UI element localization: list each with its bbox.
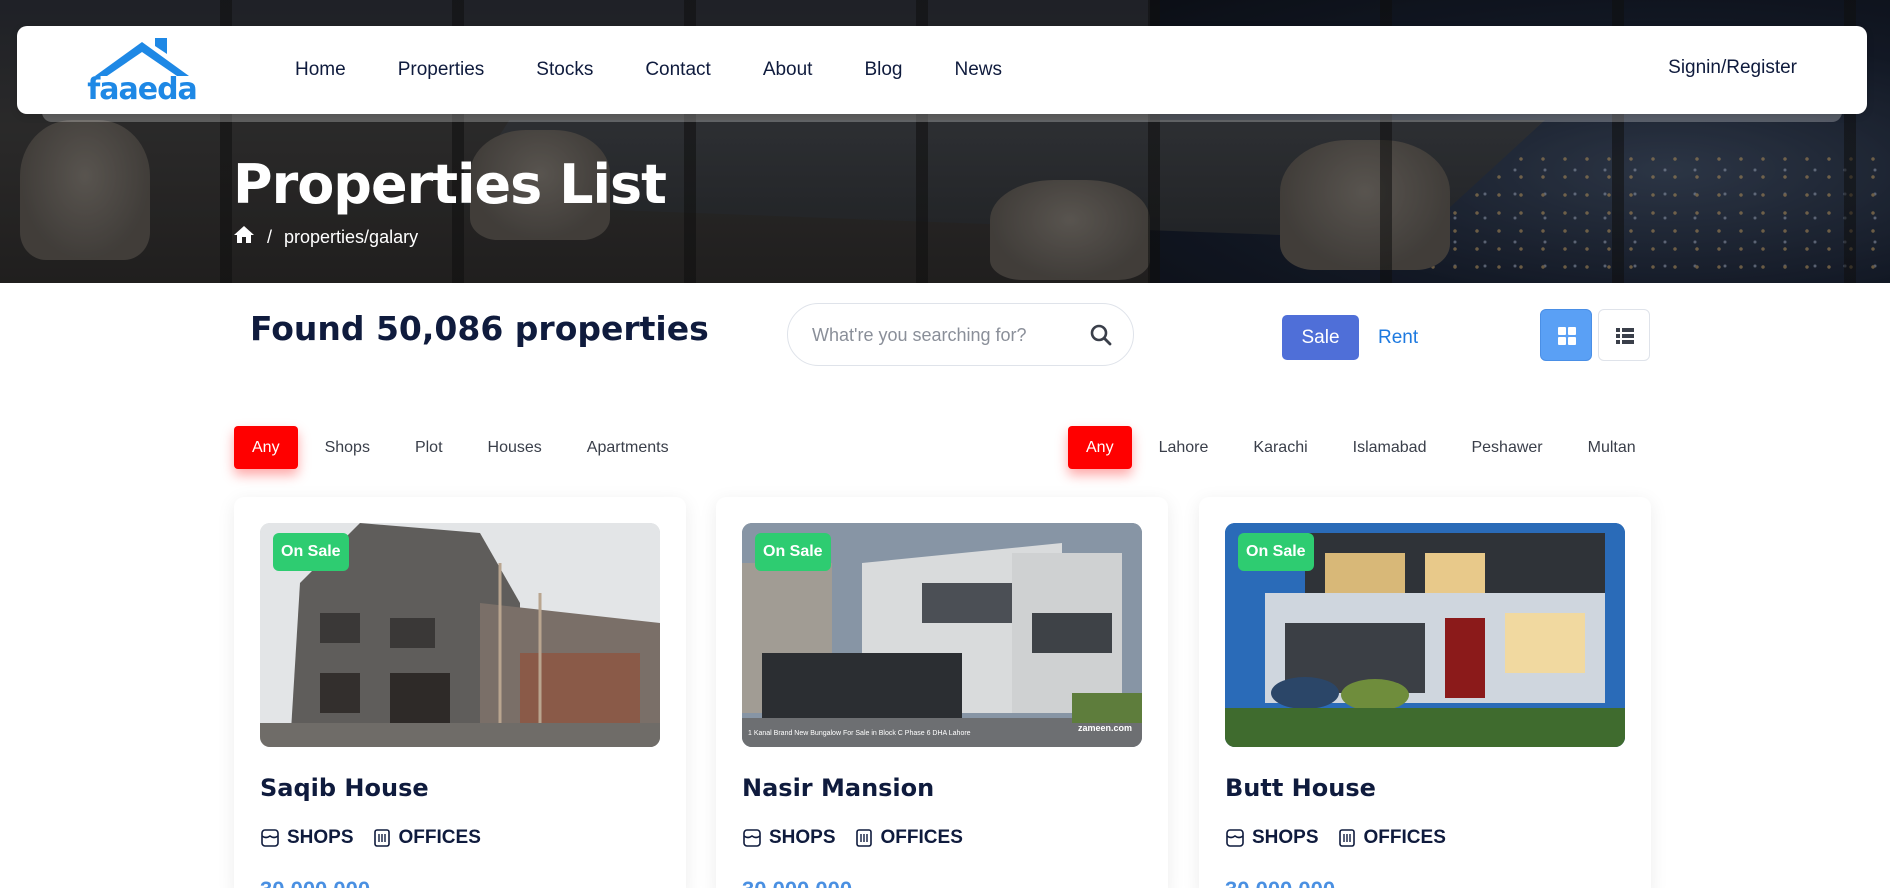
tag-shops: SHOPS bbox=[742, 827, 836, 849]
nav-home[interactable]: Home bbox=[295, 59, 346, 81]
city-filters: Any Lahore Karachi Islamabad Peshawer Mu… bbox=[1068, 426, 1681, 469]
filter-city-islamabad[interactable]: Islamabad bbox=[1353, 426, 1427, 469]
property-card[interactable]: 1 Kanal Brand New Bungalow For Sale in B… bbox=[716, 497, 1168, 888]
grid-view-button[interactable] bbox=[1540, 309, 1592, 361]
status-badge: On Sale bbox=[273, 533, 349, 571]
breadcrumb-path[interactable]: properties/galary bbox=[284, 227, 418, 248]
nav-about[interactable]: About bbox=[763, 59, 813, 81]
tag-label: SHOPS bbox=[1252, 827, 1319, 848]
search-box bbox=[787, 303, 1134, 366]
list-view-button[interactable] bbox=[1598, 309, 1650, 361]
filter-type-houses[interactable]: Houses bbox=[488, 426, 542, 469]
office-building-icon bbox=[373, 829, 390, 847]
filter-city-lahore[interactable]: Lahore bbox=[1159, 426, 1209, 469]
top-navbar: faaeda Home Properties Stocks Contact Ab… bbox=[17, 26, 1867, 114]
filter-type-shops[interactable]: Shops bbox=[325, 426, 370, 469]
tag-offices: OFFICES bbox=[1337, 827, 1446, 849]
sale-button[interactable]: Sale bbox=[1282, 315, 1359, 360]
filter-type-plot[interactable]: Plot bbox=[415, 426, 443, 469]
filter-type-any[interactable]: Any bbox=[234, 426, 298, 469]
nav-contact[interactable]: Contact bbox=[645, 59, 710, 81]
shop-icon bbox=[261, 829, 279, 847]
breadcrumb: / properties/galary bbox=[233, 225, 418, 249]
results-count: Found 50,086 properties bbox=[250, 309, 709, 348]
filter-city-karachi[interactable]: Karachi bbox=[1253, 426, 1307, 469]
signin-register-link[interactable]: Signin/Register bbox=[1668, 57, 1797, 79]
property-tags: SHOPS OFFICES bbox=[260, 827, 499, 849]
property-tags: SHOPS OFFICES bbox=[742, 827, 981, 849]
grid-icon bbox=[1558, 327, 1576, 345]
tag-offices: OFFICES bbox=[854, 827, 963, 849]
brand-logo[interactable]: faaeda bbox=[87, 36, 198, 107]
nav-properties[interactable]: Properties bbox=[398, 59, 485, 81]
tag-shops: SHOPS bbox=[260, 827, 354, 849]
office-building-icon bbox=[1338, 829, 1355, 847]
rent-button[interactable]: Rent bbox=[1378, 315, 1418, 360]
status-badge: On Sale bbox=[1238, 533, 1314, 571]
photo-watermark: zameen.com bbox=[1077, 723, 1132, 733]
tag-label: OFFICES bbox=[880, 827, 963, 848]
shop-icon bbox=[743, 829, 761, 847]
filter-city-any[interactable]: Any bbox=[1068, 426, 1132, 469]
nav-links: Home Properties Stocks Contact About Blo… bbox=[295, 26, 1054, 114]
nav-news[interactable]: News bbox=[955, 59, 1003, 81]
property-tags: SHOPS OFFICES bbox=[1225, 827, 1464, 849]
tag-label: OFFICES bbox=[398, 827, 481, 848]
page-title: Properties List bbox=[233, 153, 667, 216]
property-card[interactable]: On Sale Butt House SHOPS OFFICES bbox=[1199, 497, 1651, 888]
property-title[interactable]: Nasir Mansion bbox=[742, 774, 934, 802]
tag-label: SHOPS bbox=[287, 827, 354, 848]
office-building-icon bbox=[855, 829, 872, 847]
tag-label: SHOPS bbox=[769, 827, 836, 848]
property-card[interactable]: On Sale Saqib House SHOPS OFFICES bbox=[234, 497, 686, 888]
nav-stocks[interactable]: Stocks bbox=[536, 59, 593, 81]
list-icon bbox=[1616, 328, 1634, 344]
property-title[interactable]: Butt House bbox=[1225, 774, 1376, 802]
property-title[interactable]: Saqib House bbox=[260, 774, 429, 802]
search-icon[interactable] bbox=[1089, 323, 1113, 347]
tag-shops: SHOPS bbox=[1225, 827, 1319, 849]
filter-city-peshawer[interactable]: Peshawer bbox=[1471, 426, 1542, 469]
filter-city-multan[interactable]: Multan bbox=[1588, 426, 1636, 469]
logo-text: faaeda bbox=[87, 72, 198, 107]
nav-blog[interactable]: Blog bbox=[864, 59, 902, 81]
status-badge: On Sale bbox=[755, 533, 831, 571]
tag-label: OFFICES bbox=[1363, 827, 1446, 848]
property-price: 30,000,000 bbox=[260, 877, 370, 888]
breadcrumb-separator: / bbox=[267, 226, 273, 247]
search-input[interactable] bbox=[812, 322, 1062, 348]
type-filters: Any Shops Plot Houses Apartments bbox=[234, 426, 714, 469]
filter-type-apartments[interactable]: Apartments bbox=[587, 426, 669, 469]
shop-icon bbox=[1226, 829, 1244, 847]
property-price: 30,000,000 bbox=[1225, 877, 1335, 888]
property-price: 30,000,000 bbox=[742, 877, 852, 888]
home-icon[interactable] bbox=[233, 225, 255, 249]
photo-caption: 1 Kanal Brand New Bungalow For Sale in B… bbox=[748, 730, 971, 737]
tag-offices: OFFICES bbox=[372, 827, 481, 849]
